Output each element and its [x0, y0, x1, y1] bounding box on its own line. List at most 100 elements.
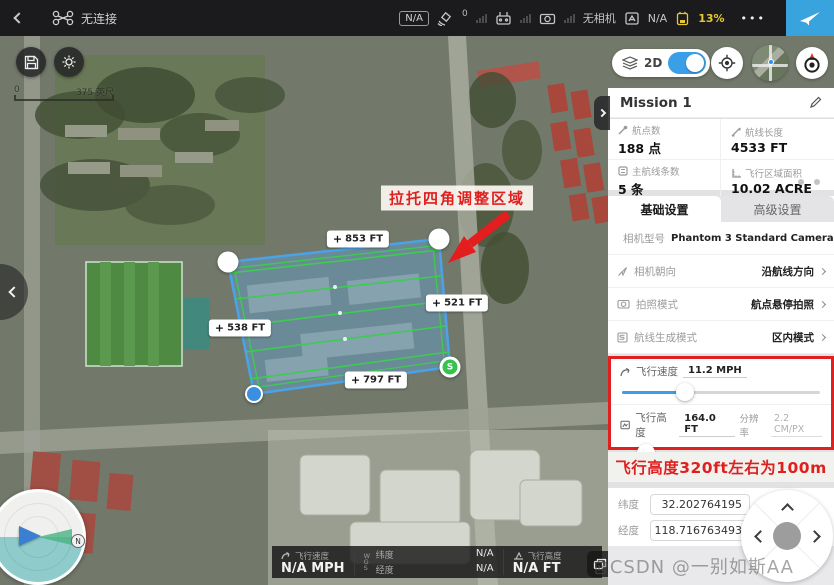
altitude-icon [513, 551, 524, 560]
chevron-right-icon [819, 300, 826, 307]
back-button[interactable] [0, 0, 38, 36]
start-marker-label: S [443, 360, 458, 375]
map-mode-label: 2D [644, 56, 662, 70]
altitude-value[interactable]: 164.0 FT [679, 413, 734, 437]
tab-basic-settings[interactable]: 基础设置 [608, 196, 721, 222]
route-mode-icon [617, 332, 628, 343]
camera-signal-bars [564, 14, 575, 23]
plus-icon: + [333, 233, 342, 246]
setting-camera-heading[interactable]: 相机朝向 沿航线方向 [608, 255, 834, 288]
panel-collapse-button[interactable] [594, 96, 610, 130]
crosshair-icon [718, 54, 736, 72]
nudge-up-button[interactable] [774, 496, 800, 522]
altitude-note-banner: 飞行高度320ft左右为100m [608, 452, 834, 482]
longitude-label: 经度 [618, 523, 644, 538]
airplane-icon [799, 9, 821, 27]
heading-wedge [38, 529, 72, 545]
setting-photo-mode[interactable]: 拍照模式 航点悬停拍照 [608, 288, 834, 321]
nudge-right-button[interactable] [801, 523, 827, 549]
remote-controller-icon [495, 11, 512, 25]
latitude-label: 纬度 [618, 497, 644, 512]
back-icon [13, 12, 24, 23]
minimap-button[interactable] [752, 45, 788, 81]
connection-status: 无连接 [81, 10, 117, 27]
speed-icon [281, 551, 291, 560]
start-point-marker[interactable]: S [440, 357, 461, 378]
telemetry-coords: WGS 纬度N/A 经度N/A [355, 546, 503, 578]
aircraft-arrow-icon [19, 526, 41, 546]
mission-area-polygon [228, 239, 450, 394]
corner-handle-bottomleft[interactable] [245, 385, 263, 403]
2d-mode-toggle[interactable] [668, 52, 706, 74]
chevron-left-icon [8, 286, 19, 297]
resolution-value: 2.2 CM/PX [771, 413, 822, 437]
telemetry-altitude: 飞行高度 N/A FT [504, 546, 571, 578]
layers-icon [622, 56, 638, 70]
rc-signal-bars [520, 14, 531, 23]
plus-icon: + [215, 322, 224, 335]
speed-slider-thumb[interactable] [676, 383, 694, 401]
stat-main-lines: 主航线条数 5 条 [608, 160, 721, 201]
speed-setting-row: 飞行速度 11.2 MPH [611, 359, 831, 401]
corner-handle-topright[interactable] [429, 229, 450, 250]
flight-speed-icon [620, 367, 631, 377]
latitude-input[interactable] [650, 494, 750, 515]
map-settings-button[interactable] [54, 47, 84, 77]
plus-icon: + [351, 374, 360, 387]
more-menu-button[interactable]: ••• [733, 12, 774, 25]
nudge-left-button[interactable] [747, 523, 773, 549]
battery-percent: 13% [698, 12, 724, 25]
nudge-center-button[interactable] [773, 522, 801, 550]
telemetry-speed: 飞行速度 N/A MPH [272, 546, 354, 578]
mission-stats: 航点数 188 点 航线长度 4533 FT 主航线条数 5 条 [608, 119, 834, 190]
save-icon [24, 55, 39, 70]
measure-pill-top: + 853 FT [327, 231, 389, 248]
speed-slider[interactable] [622, 383, 820, 401]
settings-card: 基础设置 高级设置 相机型号 Phantom 3 Standard Camera… [608, 196, 834, 354]
stats-pagination-dots [798, 179, 820, 185]
settings-tabs: 基础设置 高级设置 [608, 196, 834, 222]
scale-end-label: 375 英尺 [76, 85, 114, 98]
corner-handle-topleft[interactable] [218, 252, 239, 273]
battery-icon [675, 11, 690, 26]
app-window: 无连接 N/A 0 [0, 0, 834, 585]
annotation-label: 拉托四角调整区域 [381, 186, 533, 211]
area-icon [731, 168, 741, 178]
mission-title: Mission 1 [620, 95, 692, 111]
gear-icon [61, 54, 77, 70]
setting-camera-model[interactable]: 相机型号 Phantom 3 Standard Camera [608, 222, 834, 255]
edit-mission-button[interactable] [809, 96, 822, 109]
takeoff-button[interactable] [786, 0, 834, 36]
stat-waypoints: 航点数 188 点 [608, 119, 721, 160]
chevron-right-icon [598, 109, 606, 117]
setting-route-mode[interactable]: 航线生成模式 区内模式 [608, 321, 834, 354]
flight-altitude-icon [620, 420, 630, 430]
tab-advanced-settings[interactable]: 高级设置 [721, 196, 834, 222]
camera-heading-icon [617, 266, 628, 277]
photo-mode-icon [617, 299, 630, 309]
longitude-input[interactable] [650, 520, 750, 541]
satellite-count: 0 [462, 9, 468, 19]
camera-icon [539, 12, 556, 25]
measure-pill-right: + 521 FT [426, 295, 488, 312]
pencil-icon [809, 96, 822, 109]
chevron-right-icon [819, 333, 826, 340]
measure-pill-left: + 538 FT [209, 320, 271, 337]
gps-mode-badge: N/A [399, 11, 429, 26]
flight-mode-value: N/A [648, 12, 667, 25]
speed-value[interactable]: 11.2 MPH [683, 365, 747, 378]
drone-icon [52, 10, 74, 26]
flight-mode-icon [624, 11, 640, 26]
satellite-signal-bars [476, 14, 487, 23]
save-mission-button[interactable] [16, 47, 46, 77]
route-lines-icon [618, 166, 628, 176]
north-badge: N [71, 534, 85, 548]
panel-header: Mission 1 [608, 88, 834, 118]
map-mode-pill: 2D [612, 49, 710, 77]
measure-pill-bottom: + 797 FT [345, 372, 407, 389]
plus-icon: + [432, 297, 441, 310]
datum-label: WGS [364, 553, 372, 571]
trash-icon [593, 558, 608, 575]
compass-reset-button[interactable] [796, 47, 828, 79]
locate-me-button[interactable] [711, 47, 743, 79]
